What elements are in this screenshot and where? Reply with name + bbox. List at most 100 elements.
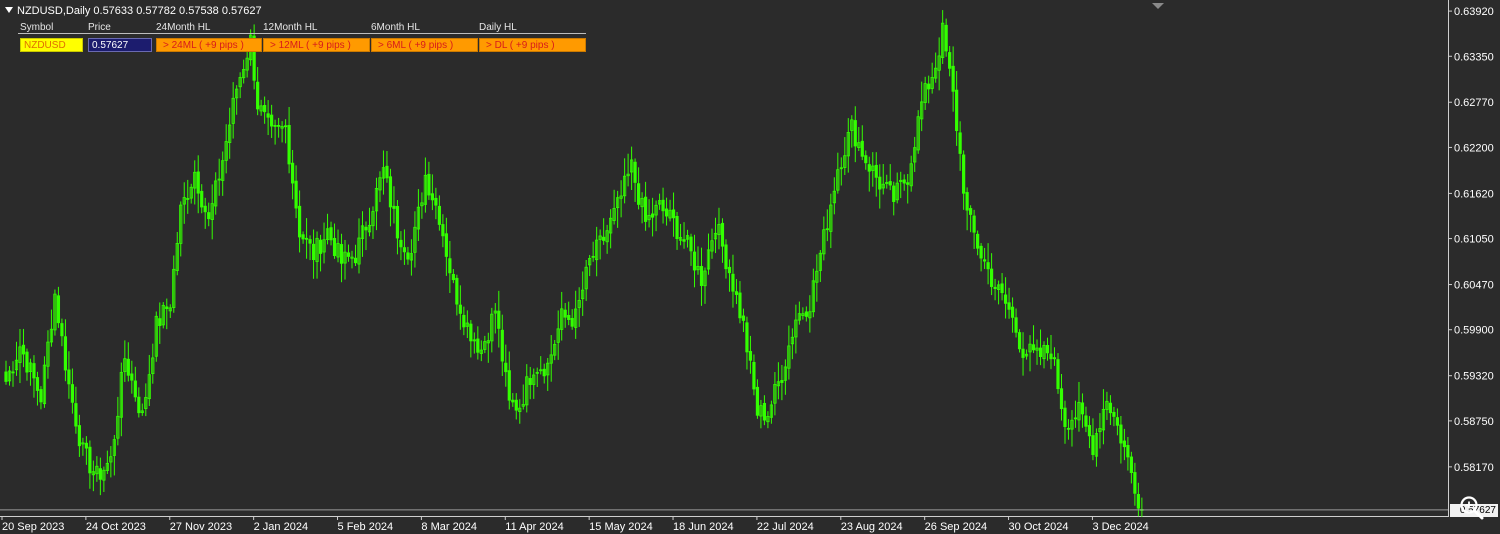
candle-body <box>1052 357 1057 360</box>
y-axis-tick-label: 0.63920 <box>1454 6 1494 18</box>
x-axis-tick-label: 20 Sep 2023 <box>2 521 64 533</box>
candle-body <box>441 224 445 237</box>
candle-body <box>1129 456 1133 473</box>
candle-body <box>1133 472 1137 494</box>
candle-body <box>682 239 686 242</box>
candle-body <box>853 120 857 147</box>
candle-body <box>570 317 574 327</box>
candle-body <box>1119 424 1123 444</box>
scroll-marker-icon[interactable] <box>1152 3 1164 9</box>
candlestick-chart[interactable]: 0.63920 0.63350 0.62770 0.62200 0.61620 0.610… <box>0 0 1500 534</box>
candle-body <box>888 181 892 186</box>
candle-body <box>346 252 351 257</box>
candle-body <box>528 378 532 385</box>
candle-body <box>636 183 641 205</box>
candle-body <box>643 196 648 222</box>
candle-body <box>392 205 396 209</box>
candle-body <box>290 162 295 184</box>
candle-body <box>1126 445 1130 458</box>
y-axis-tick-label: 0.63350 <box>1454 51 1494 63</box>
zoom-icon[interactable] <box>1458 494 1486 522</box>
candle-body <box>77 425 81 447</box>
candle-body <box>1066 427 1071 430</box>
x-axis-tick-label: 22 Jul 2024 <box>757 521 814 533</box>
candle-body <box>1122 440 1126 448</box>
candle-body <box>1017 332 1022 350</box>
candle-body <box>874 164 878 178</box>
candle-body <box>1084 415 1088 427</box>
candle-body <box>969 208 973 215</box>
candle-body <box>958 132 962 154</box>
y-axis-tick-label: 0.60470 <box>1454 280 1494 292</box>
candle-body <box>514 399 518 411</box>
x-axis-tick-label: 18 Jun 2024 <box>673 521 734 533</box>
candle-body <box>504 362 508 373</box>
candle-body <box>35 377 40 391</box>
y-axis-tick-label: 0.61050 <box>1454 234 1494 246</box>
candle-body <box>1136 494 1140 509</box>
cell-12month-hl: > 12ML ( +9 pips ) <box>263 38 370 52</box>
candle-body <box>130 373 134 381</box>
x-axis-tick-label: 3 Dec 2024 <box>1092 521 1148 533</box>
candle-body <box>1080 402 1085 415</box>
header-divider <box>18 33 586 34</box>
symbol-cell: NZDUSD <box>20 38 83 52</box>
candle-body <box>165 306 169 309</box>
candle-body <box>1063 407 1067 427</box>
candle-body <box>11 371 15 374</box>
candle-body <box>664 208 669 217</box>
candle-body <box>388 176 393 208</box>
candle-body <box>301 234 305 240</box>
candle-body <box>563 309 567 318</box>
candle-body <box>469 323 473 342</box>
chart-title-bar[interactable]: NZDUSD,Daily 0.57633 0.57782 0.57538 0.5… <box>5 4 262 18</box>
candle-body <box>944 24 948 52</box>
candle-body <box>1108 402 1113 414</box>
candle-body <box>455 277 459 305</box>
x-axis-tick-label: 15 May 2024 <box>589 521 653 533</box>
candle-body <box>353 257 358 264</box>
candle-body <box>542 368 546 377</box>
candle-body <box>906 182 910 185</box>
candle-body <box>976 233 980 249</box>
candle-body <box>927 83 931 90</box>
candle-body <box>203 205 207 213</box>
candle-body <box>63 336 68 371</box>
candle-body <box>511 399 515 403</box>
cell-24month-hl: > 24ML ( +9 pips ) <box>156 38 262 52</box>
candle-body <box>1031 344 1036 351</box>
y-axis-tick-label: 0.62200 <box>1454 142 1494 154</box>
cell-daily-hl: > DL ( +9 pips ) <box>479 38 586 52</box>
candle-body <box>32 363 36 379</box>
x-axis-tick-label: 2 Jan 2024 <box>254 521 308 533</box>
candle-body <box>497 310 501 329</box>
candle-body <box>993 286 997 289</box>
candle-body <box>689 236 693 252</box>
candle-body <box>507 370 511 401</box>
candle-body <box>444 233 448 257</box>
candle-body <box>1073 417 1078 420</box>
candle-body <box>256 81 260 110</box>
candle-body <box>804 311 808 317</box>
candle-body <box>989 268 994 287</box>
x-axis-tick-label: 11 Apr 2024 <box>505 521 564 533</box>
candle-body <box>902 179 906 184</box>
candle-body <box>699 266 704 286</box>
candle-body <box>675 215 679 240</box>
candle-body <box>734 291 739 295</box>
candle-body <box>727 266 732 274</box>
candle-body <box>972 215 976 233</box>
candle-body <box>270 114 274 127</box>
candle-body <box>427 173 431 196</box>
candle-body <box>867 164 871 172</box>
candle-body <box>752 361 756 390</box>
candle-body <box>297 205 302 238</box>
candle-body <box>567 315 571 320</box>
candle-body <box>98 468 102 480</box>
header-price: Price <box>88 22 111 33</box>
candle-body <box>962 154 966 194</box>
header-24month-hl: 24Month HL <box>156 22 211 33</box>
triangle-down-icon[interactable] <box>5 7 13 13</box>
candle-body <box>277 125 281 127</box>
candle-body <box>720 222 725 247</box>
